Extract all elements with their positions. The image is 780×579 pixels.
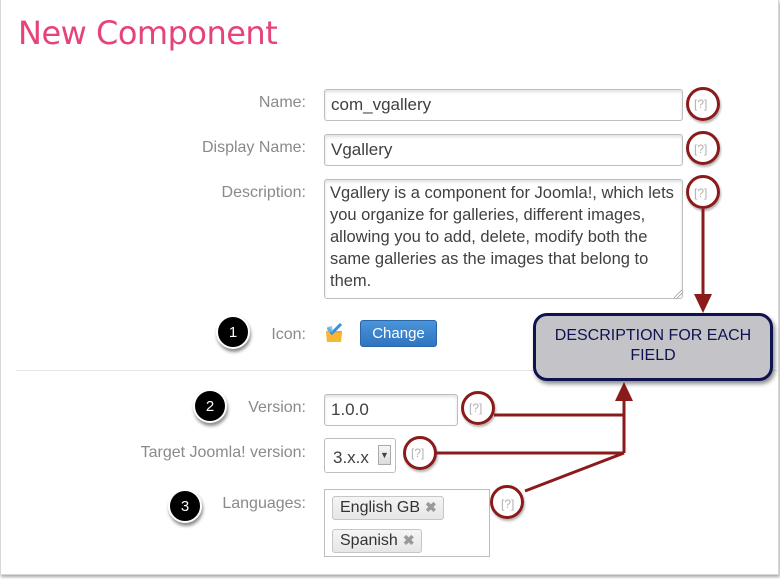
callout-box: DESCRIPTION FOR EACH FIELD xyxy=(533,313,773,381)
annotation-arrows xyxy=(436,209,712,493)
arrow-line-languages xyxy=(524,451,625,493)
arrow-head-down xyxy=(694,294,712,313)
arrow-head-up xyxy=(615,382,633,401)
